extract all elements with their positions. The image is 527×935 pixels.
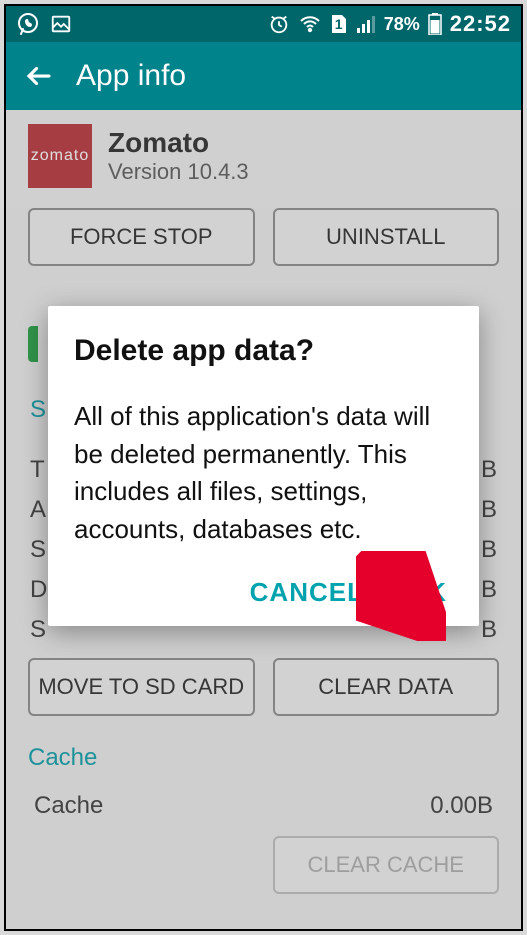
force-stop-button[interactable]: FORCE STOP <box>28 208 255 266</box>
uninstall-button[interactable]: UNINSTALL <box>273 208 500 266</box>
page-title: App info <box>76 59 186 93</box>
storage-row-val: B <box>481 536 497 564</box>
storage-section-label: S <box>30 396 46 424</box>
storage-row-key: D <box>30 576 47 604</box>
cache-row-label: Cache <box>34 792 103 820</box>
clear-data-button[interactable]: CLEAR DATA <box>273 658 500 716</box>
cancel-button[interactable]: CANCEL <box>250 577 364 608</box>
signal-icon <box>356 14 376 34</box>
delete-data-dialog: Delete app data? All of this application… <box>48 306 479 626</box>
dialog-title: Delete app data? <box>74 334 453 368</box>
cache-section-label: Cache <box>6 740 119 780</box>
app-header: App info <box>6 42 521 110</box>
storage-row-val: B <box>481 616 497 644</box>
storage-row-key: S <box>30 536 46 564</box>
battery-icon <box>428 13 442 35</box>
app-summary: zomato Zomato Version 10.4.3 <box>6 110 521 208</box>
status-bar: 1 78% 22:52 <box>6 6 521 42</box>
ok-button[interactable]: OK <box>406 577 447 608</box>
app-name: Zomato <box>108 127 249 159</box>
sim-number: 1 <box>335 16 343 32</box>
wifi-icon <box>298 12 322 36</box>
storage-row-key: S <box>30 616 46 644</box>
cache-row-value: 0.00B <box>430 792 493 820</box>
back-arrow-icon[interactable] <box>24 61 54 91</box>
move-to-sd-button[interactable]: MOVE TO SD CARD <box>28 658 255 716</box>
battery-percentage: 78% <box>384 14 420 35</box>
storage-row-val: B <box>481 576 497 604</box>
storage-row-val: B <box>481 496 497 524</box>
app-icon-text: zomato <box>31 147 89 165</box>
dialog-body: All of this application's data will be d… <box>74 398 453 549</box>
clock: 22:52 <box>450 11 511 37</box>
app-version: Version 10.4.3 <box>108 159 249 185</box>
launch-by-default-sliver <box>28 326 38 362</box>
whatsapp-icon <box>16 12 40 36</box>
storage-row-key: A <box>30 496 46 524</box>
clear-cache-button[interactable]: CLEAR CACHE <box>273 836 500 894</box>
image-icon <box>50 13 72 35</box>
storage-row-key: T <box>30 456 45 484</box>
storage-row-val: B <box>481 456 497 484</box>
app-icon: zomato <box>28 124 92 188</box>
sim-icon: 1 <box>330 13 348 35</box>
alarm-icon <box>268 13 290 35</box>
